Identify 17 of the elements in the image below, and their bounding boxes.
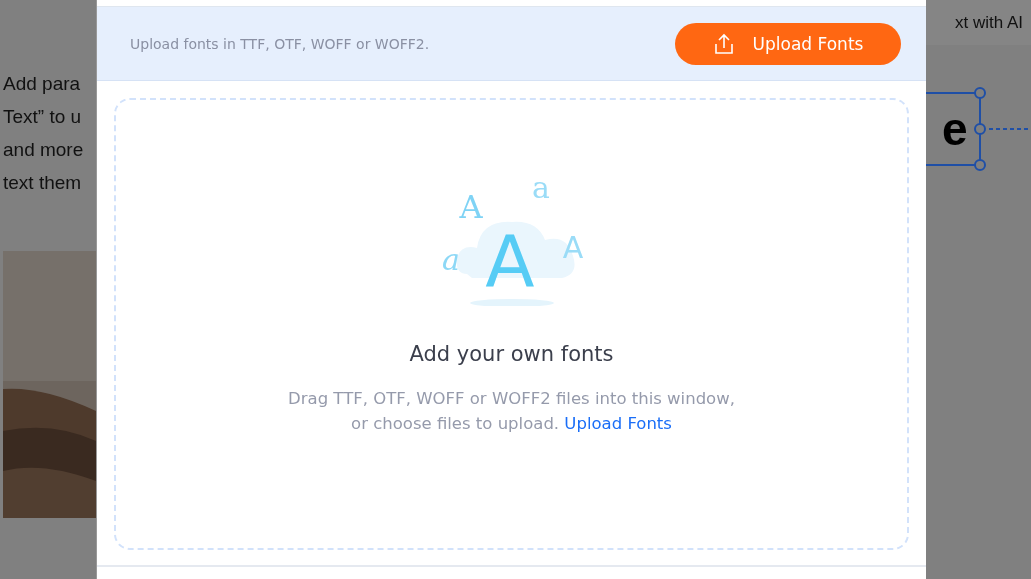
upload-fonts-link[interactable]: Upload Fonts (564, 414, 672, 433)
paragraph-line: and more (3, 138, 85, 162)
paragraph-line: text them (3, 171, 83, 195)
selected-text[interactable]: e (942, 106, 968, 152)
selection-frame[interactable] (926, 87, 1031, 171)
letter-glyph: A (484, 219, 535, 303)
drop-zone-description: Drag TTF, OTF, WOFF or WOFF2 files into this window, or choose files to upload. Upload Fonts (287, 388, 736, 435)
letter-glyph: a (531, 170, 550, 205)
letter-glyph: a (441, 242, 460, 277)
info-text: Upload fonts in TTF, OTF, WOFF or WOFF2. (130, 35, 430, 52)
paragraph-line: Text” to u (3, 105, 83, 129)
paragraph-line: Add para (3, 72, 82, 96)
drop-zone-title: Add your own fonts (409, 342, 614, 366)
upload-fonts-button[interactable]: Upload Fonts (675, 22, 901, 65)
upload-icon (712, 32, 735, 55)
letter-glyph: A (458, 188, 483, 226)
letter-glyph: A (562, 230, 583, 265)
